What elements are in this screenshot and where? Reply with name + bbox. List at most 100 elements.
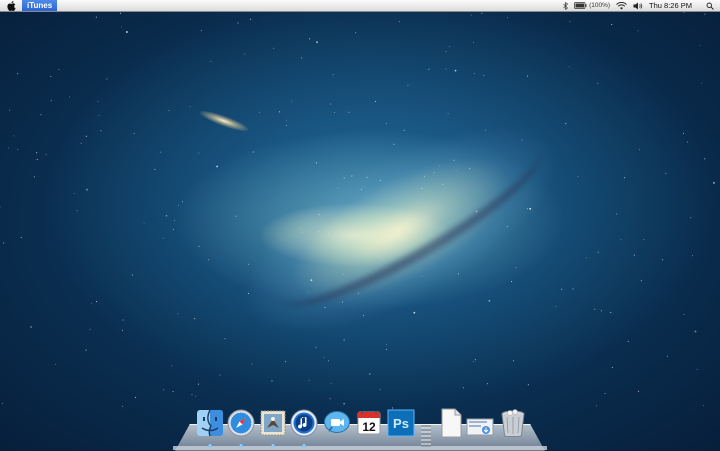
star <box>273 47 275 49</box>
dock-item-calendar[interactable]: 12 <box>354 408 384 438</box>
star <box>210 61 212 62</box>
star <box>627 340 629 342</box>
star <box>135 396 137 398</box>
bluetooth-icon[interactable] <box>563 1 569 10</box>
star <box>174 220 176 222</box>
star <box>160 151 162 153</box>
star <box>355 32 357 34</box>
star <box>462 387 464 389</box>
star <box>343 339 345 341</box>
apple-logo-icon <box>6 0 16 11</box>
photoshop-label: Ps <box>393 416 409 431</box>
star <box>513 360 514 362</box>
star <box>323 357 325 359</box>
star <box>374 100 376 102</box>
star <box>666 355 668 357</box>
star <box>58 69 60 70</box>
dock-item-photoshop[interactable]: Ps <box>386 408 416 438</box>
star <box>398 21 400 23</box>
star <box>177 313 179 315</box>
dock-shelf-edge <box>173 446 547 450</box>
dock-item-itunes[interactable] <box>289 408 319 438</box>
star <box>216 165 219 168</box>
star <box>594 308 596 310</box>
star <box>316 41 318 44</box>
star <box>126 31 128 33</box>
star <box>131 274 133 276</box>
star <box>474 359 476 361</box>
star <box>604 393 606 395</box>
star <box>122 319 124 321</box>
calendar-date: 12 <box>362 420 376 434</box>
star <box>447 113 449 115</box>
star <box>198 152 200 154</box>
star <box>330 103 331 105</box>
desktop-wallpaper <box>0 0 720 450</box>
star <box>237 22 239 24</box>
star <box>85 349 87 351</box>
star <box>343 402 345 405</box>
star <box>665 172 667 174</box>
star <box>178 204 179 206</box>
dock-item-trash[interactable] <box>498 408 528 438</box>
star <box>555 306 557 308</box>
star <box>569 21 571 23</box>
dock-separator[interactable] <box>421 425 431 447</box>
dock-item-mail[interactable] <box>258 408 288 438</box>
spotlight-search-icon[interactable] <box>706 2 714 10</box>
photoshop-icon: Ps <box>387 409 415 437</box>
star <box>309 38 311 40</box>
star <box>208 259 210 261</box>
star <box>393 143 395 145</box>
star <box>2 402 4 404</box>
star <box>639 149 641 151</box>
dock-item-finder[interactable] <box>195 408 225 438</box>
app-menu-itunes[interactable]: iTunes <box>22 0 58 11</box>
star <box>154 168 156 170</box>
volume-icon[interactable] <box>633 2 643 10</box>
star <box>224 338 226 340</box>
star <box>428 68 430 70</box>
star <box>172 391 174 392</box>
star <box>379 388 381 390</box>
star <box>76 210 78 212</box>
star <box>348 111 350 113</box>
dock-item-downloads[interactable] <box>465 408 495 438</box>
star <box>633 254 635 256</box>
star <box>86 188 88 191</box>
star <box>624 177 626 179</box>
menu-clock[interactable]: Thu 8:26 PM <box>649 1 692 10</box>
wifi-icon[interactable] <box>616 1 627 10</box>
battery-percent: (100%) <box>589 2 611 9</box>
star <box>162 237 164 239</box>
dock-item-document[interactable] <box>436 408 466 438</box>
star <box>315 346 317 348</box>
dock-item-safari[interactable] <box>226 408 256 438</box>
star <box>20 237 22 238</box>
apple-menu[interactable] <box>0 0 22 11</box>
star <box>638 390 639 392</box>
star <box>198 245 200 247</box>
star <box>122 405 124 407</box>
battery-status[interactable]: (100%) <box>574 2 610 9</box>
star <box>106 78 108 80</box>
star <box>332 74 334 76</box>
star <box>163 389 165 391</box>
star <box>36 159 38 161</box>
star <box>561 288 563 290</box>
star <box>385 349 387 350</box>
star <box>637 30 639 32</box>
star <box>89 328 91 330</box>
star <box>143 222 145 224</box>
star <box>610 311 612 313</box>
dock-item-facetime[interactable] <box>322 408 352 438</box>
star <box>703 405 704 406</box>
star <box>197 383 199 385</box>
itunes-music-note-icon <box>290 409 318 437</box>
star <box>527 384 529 386</box>
menu-extras: (100%) Thu 8:26 PM <box>563 0 720 11</box>
star <box>699 44 701 46</box>
star <box>473 73 475 75</box>
star <box>687 141 689 143</box>
star <box>448 46 450 47</box>
